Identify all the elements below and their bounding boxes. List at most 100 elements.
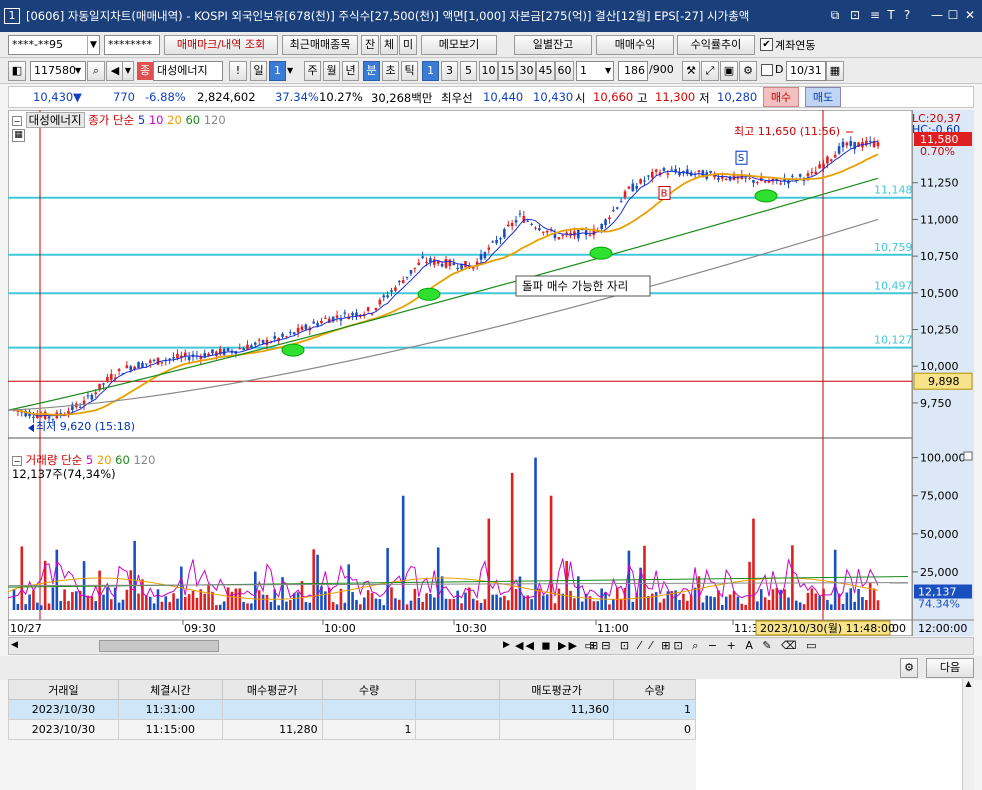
legend-collapse-icon[interactable]: − [12,116,22,126]
table-header[interactable]: 매도평균가 [499,679,615,700]
table-cell: 0 [613,719,696,740]
table-cell: 11,280 [221,719,323,740]
volume-bar [117,602,121,610]
sell-marker: S [738,153,744,164]
indicator-icon[interactable]: ⤢ [701,61,719,81]
volume-bar [487,518,491,610]
candle-body [829,159,833,161]
zoom-tools[interactable]: ⊞⊟ ⊡ ⁄ ⁄ ⊞⊡ ⌕ − + A ✎ ⌫ ▭ [589,639,820,653]
interval-60[interactable]: 60 [555,61,574,81]
candle-body [748,177,751,179]
trade-profit-button[interactable]: 매매수익 [596,35,674,55]
candle-body [436,261,440,264]
interval-15[interactable]: 15 [498,61,517,81]
password-input[interactable]: ******** [104,35,160,55]
minute-intervals: 1 3 5 10 15 30 45 60 [422,61,582,81]
tab-mi[interactable]: 미 [399,35,417,55]
period-week[interactable]: 주 [304,61,321,81]
volume-bar [833,549,837,610]
chart-svg[interactable]: 11,250 11,000 10,750 10,500 10,250 10,000 9,75… [8,110,974,636]
search-icon[interactable]: ⌕ [87,61,105,81]
volume-bar [826,600,829,610]
volume-bar [829,604,833,610]
table-row[interactable]: 2023/10/30 11:15:00 11,280 1 0 [8,719,696,740]
interval-1[interactable]: 1 [422,61,439,81]
interval-30[interactable]: 30 [517,61,536,81]
table-cell: 11:31:00 [117,699,223,720]
interval-3[interactable]: 3 [441,61,458,81]
scroll-left-icon[interactable]: ◀ [11,640,18,650]
text-t-icon[interactable]: T [884,7,898,23]
save-icon[interactable]: ▣ [720,61,738,81]
period-month[interactable]: 월 [323,61,340,81]
period-dropdown-icon[interactable]: ▼ [605,62,611,80]
interval-5[interactable]: 5 [460,61,477,81]
copy-icon[interactable]: ⊡ [848,7,862,23]
legend-ma60: 60 [185,113,201,127]
volume-bar [292,593,296,610]
period-year[interactable]: 년 [342,61,359,81]
count-input[interactable]: 186 [618,61,648,81]
link-icon[interactable]: ⧉ [828,7,842,23]
period-second[interactable]: 초 [382,61,399,81]
table-header[interactable]: 수량 [613,679,696,700]
tab-che[interactable]: 체 [380,35,398,55]
volume-bar [448,599,452,610]
crosshair-time: 2023/10/30(월) 11:48:00 [760,622,895,635]
date-checkbox[interactable] [761,64,773,76]
settings-gear-icon[interactable]: ⚙ [739,61,757,81]
sound-dropdown-icon[interactable]: ▼ [122,61,134,81]
maximize-icon[interactable]: ☐ [946,7,960,23]
menu-icon[interactable]: ≡ [868,7,882,23]
grid-toggle-icon[interactable]: ▦ [12,129,25,142]
candle-body [763,181,767,183]
account-link-checkbox[interactable]: ✔ [760,38,773,51]
period-minute[interactable]: 분 [363,61,380,81]
period-day-count[interactable]: 1 [269,61,286,81]
vol-legend-ma20: 20 [96,453,112,467]
sell-button[interactable]: 매도 [805,87,841,107]
table-header[interactable]: 매수평균가 [221,679,323,700]
playback-controls[interactable]: ◀◀ ◼ ▶▶ ▭ [515,639,597,652]
trade-mark-button[interactable]: 매매마크/내역 조회 [164,35,278,55]
table-header[interactable]: 체결시간 [117,679,223,700]
daily-balance-button[interactable]: 일별잔고 [514,35,592,55]
volume-bar [36,602,39,610]
table-row[interactable]: 2023/10/30 11:31:00 11,360 1 [8,699,696,720]
scroll-right-icon[interactable]: ▶ [503,640,510,650]
interval-45[interactable]: 45 [536,61,555,81]
table-header[interactable] [415,679,501,700]
return-trend-button[interactable]: 수익률추이 [677,35,755,55]
volume-bar [152,603,156,610]
minimize-icon[interactable]: — [930,7,944,23]
date-input[interactable]: 10/31 [786,61,826,81]
scroll-thumb[interactable] [99,640,219,652]
layout-icon[interactable]: ◧ [8,61,26,81]
day-count-dropdown-icon[interactable]: ▼ [287,62,293,80]
alert-icon[interactable]: ! [229,61,247,81]
table-header[interactable]: 수량 [321,679,417,700]
volume-bar [705,595,709,610]
buy-button[interactable]: 매수 [763,87,799,107]
scroll-up-icon[interactable]: ▲ [963,679,974,688]
help-icon[interactable]: ? [900,7,914,23]
recent-trades-button[interactable]: 최근매매종목 [282,35,358,55]
table-scrollbar[interactable]: ▲ [962,679,974,790]
tab-jan[interactable]: 잔 [361,35,379,55]
volume-bar [160,601,164,610]
memo-button[interactable]: 메모보기 [421,35,497,55]
calendar-icon[interactable]: ▦ [826,61,844,81]
next-button[interactable]: 다음 [926,658,974,678]
code-dropdown-icon[interactable]: ▼ [75,62,81,80]
settings-icon[interactable]: ⚙ [900,658,918,678]
vol-legend-collapse-icon[interactable]: − [12,456,22,466]
period-tick[interactable]: 틱 [401,61,418,81]
close-icon[interactable]: ✕ [963,7,977,23]
drawing-tool-icon[interactable]: ⚒ [682,61,700,81]
chevron-down-icon[interactable]: ▼ [87,36,99,54]
period-day[interactable]: 일 [250,61,267,81]
candle-body [187,356,191,361]
table-header[interactable]: 거래일 [8,679,119,700]
table-empty-area [696,679,962,790]
interval-10[interactable]: 10 [479,61,498,81]
